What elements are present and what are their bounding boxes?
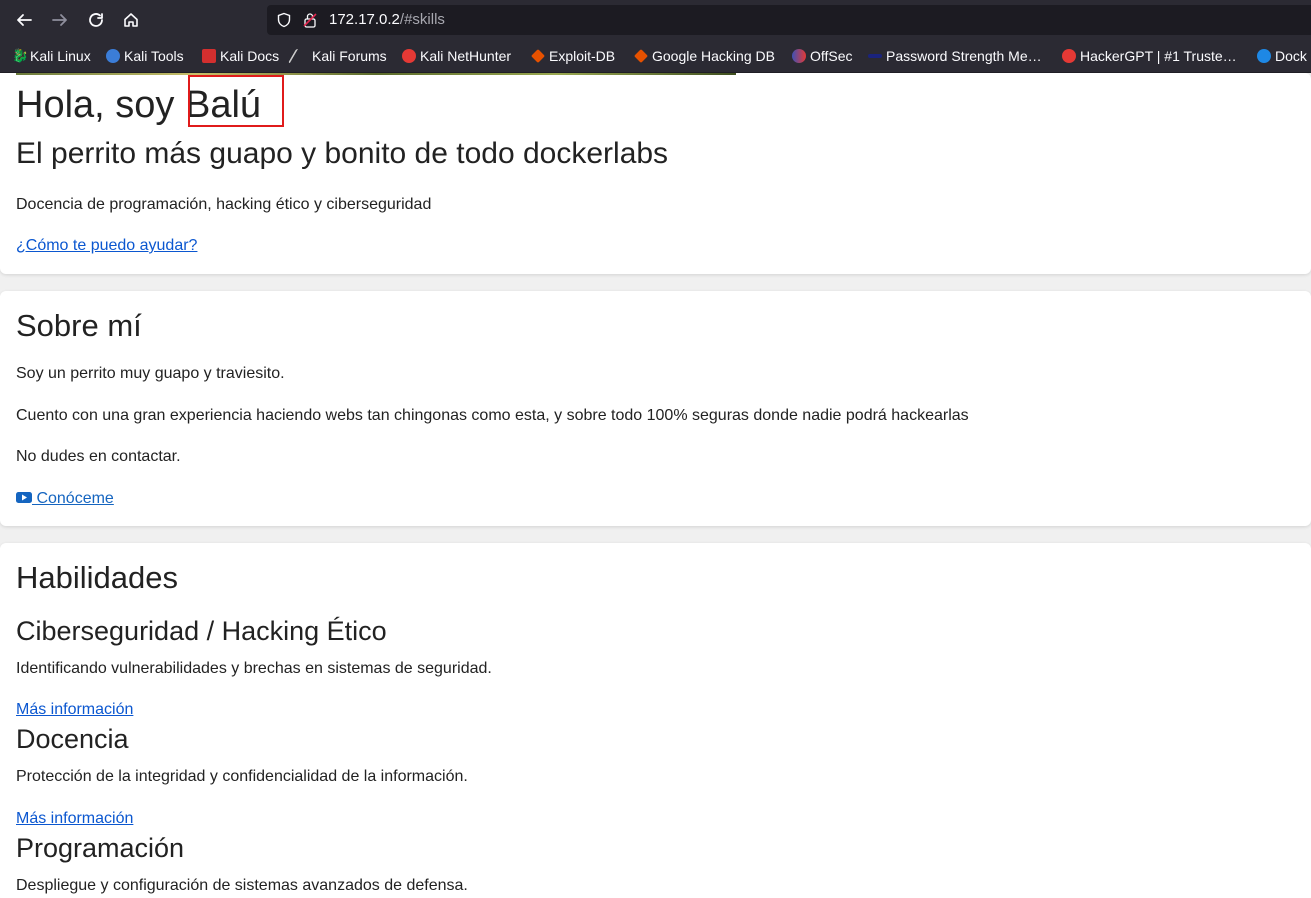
about-card: Sobre mí Soy un perrito muy guapo y trav… [0, 291, 1311, 526]
skill-title-programming: Programación [16, 833, 185, 863]
url-path: /#skills [399, 11, 445, 28]
bookmark-label: Exploit-DB [549, 48, 616, 64]
bookmark-kali-forums[interactable]: Kali Forums [287, 47, 387, 65]
bookmark-label: Password Strength Me… [886, 48, 1042, 64]
meet-me-link[interactable]: Conóceme [16, 490, 114, 508]
hero-card: Hola, soy Balú El perrito más guapo y bo… [0, 73, 1311, 274]
bookmark-offsec[interactable]: OffSec [792, 47, 853, 65]
bookmark-kali-nethunter[interactable]: Kali NetHunter [402, 47, 511, 65]
bookmarks-bar: 🐉 Kali Linux Kali Tools Kali Docs Kali Fo… [0, 40, 1311, 73]
bookmark-label: Kali NetHunter [420, 48, 512, 64]
home-icon [124, 13, 138, 27]
kali-forums-icon [287, 49, 313, 63]
skill-title-cybersecurity: Ciberseguridad / Hacking Ético [16, 616, 387, 646]
hackergpt-icon [1062, 49, 1076, 63]
page-content: Hola, soy Balú El perrito más guapo y bo… [0, 73, 1311, 898]
skill-desc-teaching: Protección de la integridad y confidenci… [16, 768, 468, 785]
bookmark-label: Kali Linux [30, 48, 91, 64]
bookmark-label: Kali Tools [124, 48, 184, 64]
browser-toolbar: 172.17.0.2/#skills [0, 0, 1311, 40]
bookmark-kali-tools[interactable]: Kali Tools [106, 47, 184, 65]
exploit-db-icon [531, 49, 545, 63]
bookmark-hackergpt[interactable]: HackerGPT | #1 Truste… [1062, 47, 1237, 65]
address-bar[interactable]: 172.17.0.2/#skills [267, 5, 1311, 35]
tracking-shield-icon[interactable] [276, 12, 292, 28]
nethunter-icon [402, 49, 416, 63]
forward-arrow-icon [52, 14, 67, 26]
bookmark-kali-linux[interactable]: 🐉 Kali Linux [12, 47, 91, 65]
bookmark-label: Kali Forums [312, 48, 387, 64]
back-button[interactable] [9, 6, 39, 34]
skill-more-info-link[interactable]: Más información [16, 810, 133, 828]
kali-dragon-icon: 🐉 [12, 48, 29, 63]
skills-title: Habilidades [16, 560, 178, 595]
bookmark-label: Google Hacking DB [652, 48, 775, 64]
docker-icon [1257, 49, 1271, 63]
kali-tools-icon [106, 49, 120, 63]
reload-icon [89, 13, 103, 27]
skill-desc-cybersecurity: Identificando vulnerabilidades y brechas… [16, 660, 492, 677]
bookmark-label: Dock [1275, 48, 1307, 64]
url-host: 172.17.0.2 [329, 11, 400, 28]
bookmark-google-hacking-db[interactable]: Google Hacking DB [634, 47, 775, 65]
skill-more-info-link[interactable]: Más información [16, 701, 133, 719]
home-button[interactable] [116, 6, 146, 34]
about-paragraph-1: Soy un perrito muy guapo y traviesito. [16, 365, 285, 382]
kali-docs-icon [202, 49, 216, 63]
skill-title-teaching: Docencia [16, 724, 129, 754]
forward-button[interactable] [45, 6, 75, 34]
highlight-box [188, 75, 284, 127]
bookmark-label: HackerGPT | #1 Truste… [1080, 48, 1237, 64]
back-arrow-icon [17, 14, 32, 26]
bookmark-label: OffSec [810, 48, 853, 64]
meet-me-label: Conóceme [32, 490, 114, 507]
hero-greeting: Hola, soy [16, 84, 185, 126]
bookmark-exploit-db[interactable]: Exploit-DB [531, 47, 615, 65]
reload-button[interactable] [81, 6, 111, 34]
bookmark-label: Kali Docs [220, 48, 280, 64]
hero-image [16, 73, 736, 75]
youtube-icon [16, 492, 32, 503]
about-title: Sobre mí [16, 308, 142, 343]
help-link[interactable]: ¿Cómo te puedo ayudar? [16, 237, 197, 255]
ghdb-icon [634, 49, 648, 63]
bookmark-password-strength[interactable]: Password Strength Me… [868, 47, 1042, 65]
hero-subtitle: El perrito más guapo y bonito de todo do… [16, 137, 669, 170]
skills-card: Habilidades Ciberseguridad / Hacking Éti… [0, 543, 1311, 898]
offsec-icon [792, 49, 806, 63]
password-meter-icon [868, 54, 882, 58]
skill-desc-programming: Despliegue y configuración de sistemas a… [16, 877, 468, 894]
bookmark-kali-docs[interactable]: Kali Docs [202, 47, 279, 65]
about-paragraph-2: Cuento con una gran experiencia haciendo… [16, 407, 969, 424]
bookmark-docker[interactable]: Dock [1257, 47, 1307, 65]
insecure-lock-icon[interactable] [303, 12, 317, 28]
url-text[interactable]: 172.17.0.2/#skills [329, 11, 445, 28]
about-paragraph-3: No dudes en contactar. [16, 448, 181, 465]
hero-tagline: Docencia de programación, hacking ético … [16, 196, 432, 213]
